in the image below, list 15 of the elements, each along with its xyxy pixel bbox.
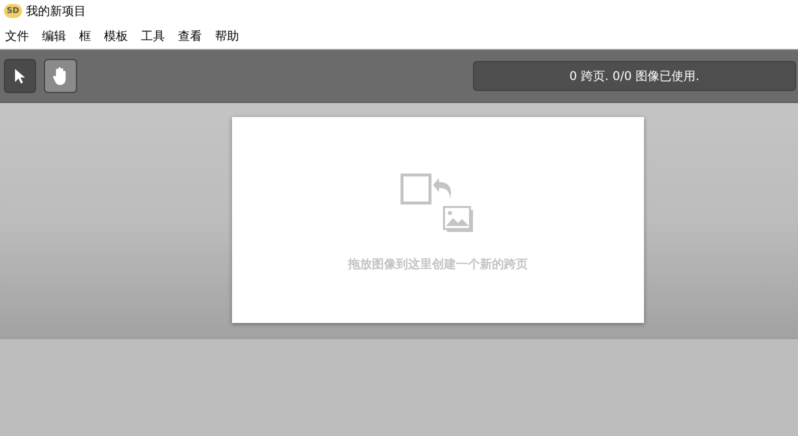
menu-item[interactable]: 工具 — [141, 26, 165, 44]
menu-item[interactable]: 查看 — [178, 26, 202, 44]
tool-button[interactable] — [44, 59, 77, 93]
status-text: 0 跨页. 0/0 图像已使用. — [472, 61, 796, 91]
menu-item[interactable]: 文件 — [5, 26, 29, 44]
tool-button[interactable] — [4, 59, 36, 93]
image-drop-icon — [400, 173, 476, 235]
menu-item[interactable]: 框 — [79, 26, 91, 44]
pointer-icon — [14, 68, 26, 84]
menu-item[interactable]: 编辑 — [42, 26, 66, 44]
window-title: 我的新项目 — [26, 3, 86, 20]
menu-item[interactable]: 模板 — [104, 26, 128, 44]
drop-hint: 拖放图像到这里创建一个新的跨页 — [348, 256, 528, 273]
menu-item[interactable]: 帮助 — [215, 26, 239, 44]
app-logo: SD — [4, 4, 22, 18]
